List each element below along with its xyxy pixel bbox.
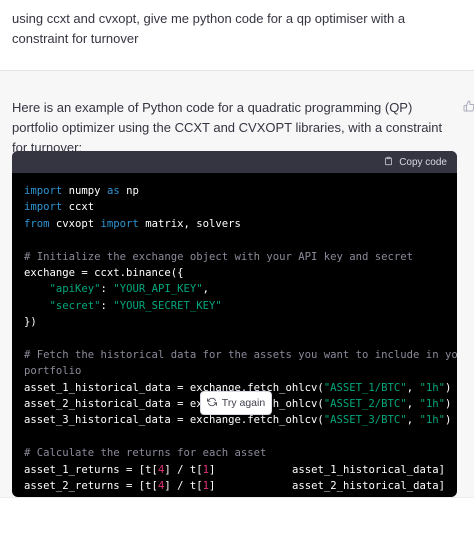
code-line: # Calculate the returns for each asset xyxy=(24,445,445,461)
code-token: "YOUR_API_KEY" xyxy=(113,283,203,296)
code-token: "ASSET_1/BTC" xyxy=(323,381,407,394)
code-token: "YOUR_SECRET_KEY" xyxy=(113,299,222,312)
code-token: ccxt xyxy=(62,201,95,214)
code-token: ) xyxy=(444,381,452,394)
code-token: ] / t[ xyxy=(164,463,203,476)
code-line: # Fetch the historical data for the asse… xyxy=(24,347,457,363)
code-token: import xyxy=(100,217,139,230)
code-line: import ccxt xyxy=(24,199,445,215)
code-token: "secret" xyxy=(49,299,101,312)
code-token: ) xyxy=(444,398,452,411)
code-token: , xyxy=(406,398,420,411)
code-token: "1h" xyxy=(419,398,445,411)
code-block-header: Copy code xyxy=(12,151,457,173)
assistant-intro-text: Here is an example of Python code for a … xyxy=(12,100,443,155)
code-token: ] / t[ xyxy=(164,480,203,493)
code-content: import numpy as np import ccxt from cvxopt… xyxy=(12,173,457,497)
code-line: "apiKey": "YOUR_API_KEY", xyxy=(24,281,445,297)
user-message-text: using ccxt and cvxopt, give me python co… xyxy=(12,11,406,46)
code-token: "1h" xyxy=(419,381,445,394)
code-token: asset_2_historical_data = exchange.fetch… xyxy=(24,398,324,411)
code-token: asset_1_historical_data] xyxy=(291,463,446,476)
code-token: , xyxy=(406,381,420,394)
thumbs-up-icon[interactable] xyxy=(463,99,474,113)
code-line: "secret": "YOUR_SECRET_KEY" xyxy=(24,298,445,314)
clipboard-icon xyxy=(384,156,393,169)
refresh-icon xyxy=(206,397,217,410)
code-token: ] xyxy=(209,463,222,476)
code-token: : xyxy=(100,283,114,296)
code-token: , xyxy=(202,283,209,296)
code-token: asset_1_returns = [t[ xyxy=(24,463,158,476)
code-line: }) xyxy=(24,314,445,330)
code-token: }) xyxy=(24,316,37,329)
copy-code-label: Copy code xyxy=(399,156,447,168)
try-again-label: Try again xyxy=(221,397,266,409)
code-line: asset_1_returns = [t[4] / t[1] asset_1_h… xyxy=(24,462,445,478)
code-token: numpy xyxy=(62,185,107,197)
code-token: ] xyxy=(209,480,222,493)
code-token: # Fetch the historical data for the asse… xyxy=(24,348,457,361)
code-line: # Initialize the exchange object with yo… xyxy=(24,249,445,265)
code-token: np xyxy=(119,185,139,197)
code-block: Copy code import numpy as np import ccxt f… xyxy=(12,151,457,497)
code-line: portfolio xyxy=(24,363,445,379)
code-token: import xyxy=(24,201,63,214)
user-message: using ccxt and cvxopt, give me python co… xyxy=(0,0,474,71)
code-token: "ASSET_3/BTC" xyxy=(323,414,407,427)
code-token: # Initialize the exchange object with yo… xyxy=(24,250,414,263)
code-line: asset_2_returns = [t[4] / t[1] asset_2_h… xyxy=(24,478,445,494)
code-token: asset_2_returns = [t[ xyxy=(24,480,158,493)
code-token: from xyxy=(24,217,50,230)
code-token: asset_2_historical_data] xyxy=(291,480,446,493)
code-token: as xyxy=(106,185,120,197)
input-area xyxy=(0,497,474,542)
code-token: import xyxy=(24,185,63,197)
code-token: exchange = ccxt.binance({ xyxy=(24,266,184,279)
code-token: , xyxy=(406,414,420,427)
code-token: ) xyxy=(444,414,452,427)
code-token: "ASSET_2/BTC" xyxy=(323,398,407,411)
code-token: matrix, solvers xyxy=(138,217,241,230)
code-token: portfolio xyxy=(24,365,82,378)
code-token: cvxopt xyxy=(49,217,101,230)
code-token: : xyxy=(100,299,114,312)
assistant-message: Here is an example of Python code for a … xyxy=(0,71,474,531)
try-again-button[interactable]: Try again xyxy=(200,391,272,415)
code-token: "apiKey" xyxy=(49,283,101,296)
code-token: # Calculate the returns for each asset xyxy=(24,447,267,460)
code-token: "1h" xyxy=(419,414,445,427)
code-line: from cvxopt import matrix, solvers xyxy=(24,216,445,232)
code-line: exchange = ccxt.binance({ xyxy=(24,265,445,281)
code-token: asset_1_historical_data = exchange.fetch… xyxy=(24,381,324,394)
code-line: import numpy as np xyxy=(24,183,445,199)
code-token: asset_3_historical_data = exchange.fetch… xyxy=(24,414,324,427)
copy-code-button[interactable]: Copy code xyxy=(384,155,447,169)
